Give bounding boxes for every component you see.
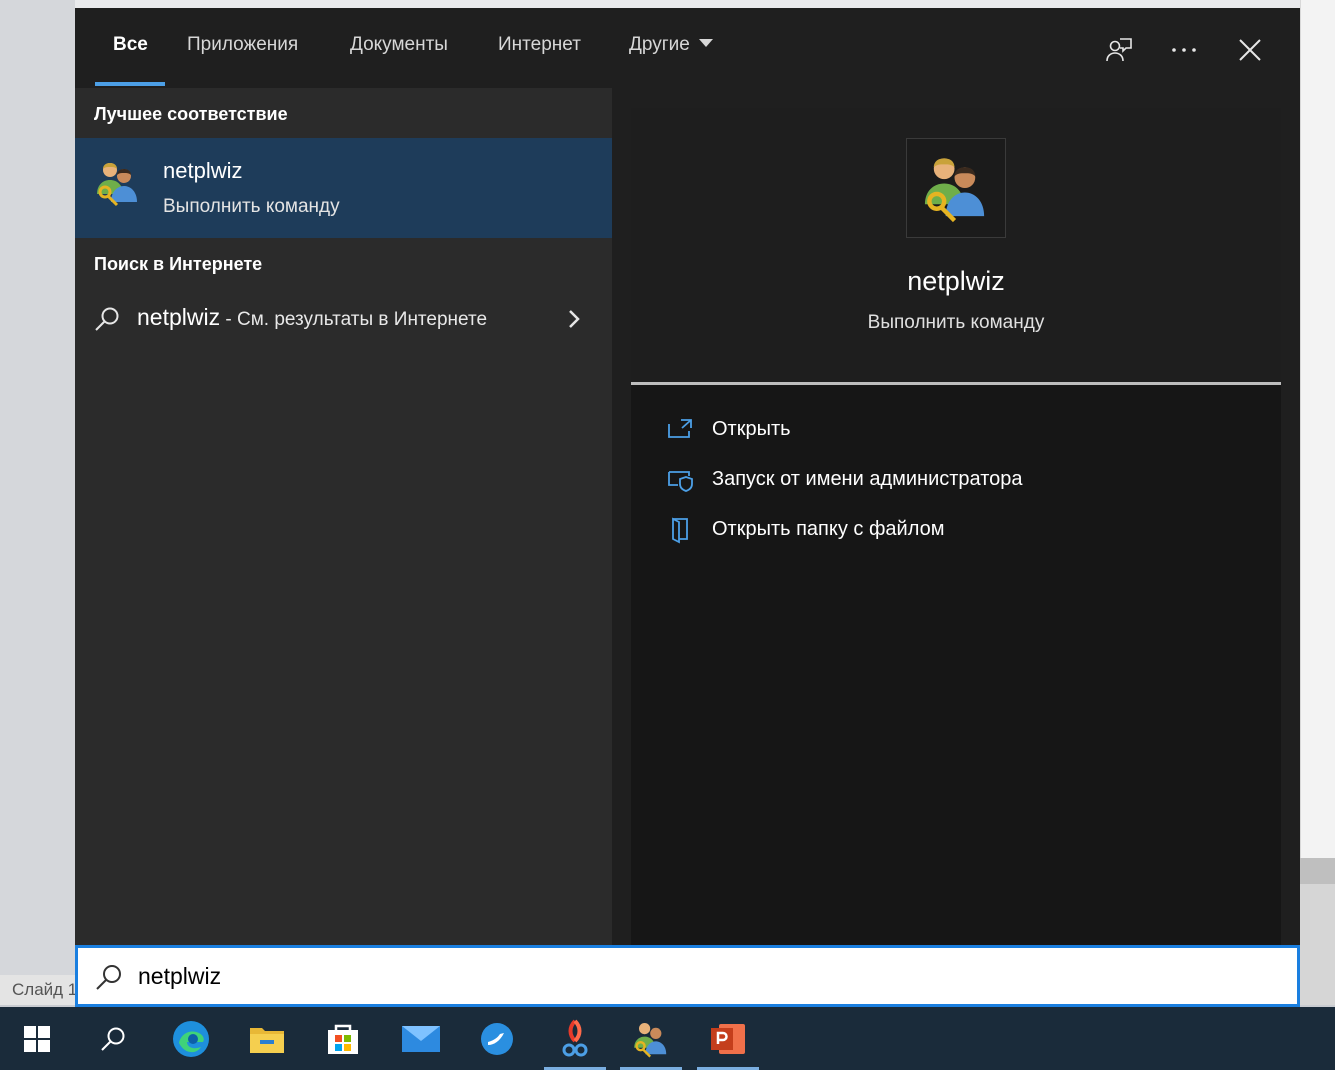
snipping-icon <box>562 1019 588 1056</box>
chevron-right-icon <box>569 310 580 328</box>
search-panel: Все Приложения Документы Интернет Другие <box>75 8 1300 1005</box>
background-window-left <box>0 0 75 1005</box>
tab-all[interactable]: Все <box>113 34 148 62</box>
feedback-icon <box>1106 38 1132 62</box>
action-open-file-location[interactable]: Открыть папку с файлом <box>667 514 1247 548</box>
taskbar-store[interactable] <box>312 1007 374 1070</box>
web-search-suffix: - См. результаты в Интернете <box>220 309 488 330</box>
web-search-heading: Поиск в Интернете <box>94 254 263 274</box>
preview-subtitle: Выполнить команду <box>867 312 1045 333</box>
admin-shield-icon <box>668 471 693 492</box>
preview-pane: netplwiz Выполнить команду Открыть Запус… <box>631 108 1281 945</box>
taskbar-search-button[interactable] <box>82 1007 144 1070</box>
web-search-query: netplwiz <box>137 304 221 330</box>
more-options-button[interactable] <box>1164 30 1204 70</box>
preview-title: netplwiz <box>907 266 1005 296</box>
web-search-result[interactable]: netplwiz - См. результаты в Интернете <box>75 296 612 342</box>
file-explorer-icon <box>250 1027 284 1053</box>
taskbar-edge[interactable] <box>160 1007 222 1070</box>
best-match-heading: Лучшее соответствие <box>94 104 288 124</box>
best-match-title: netplwiz <box>163 158 243 183</box>
powerpoint-icon <box>711 1023 745 1054</box>
active-tab-indicator <box>95 82 165 86</box>
background-status-text: Слайд 1 <box>0 975 75 1005</box>
close-button[interactable] <box>1230 30 1270 70</box>
tab-other-label: Другие <box>629 34 690 55</box>
mail-icon <box>402 1025 440 1052</box>
feedback-button[interactable] <box>1099 30 1139 70</box>
preview-header: netplwiz Выполнить команду <box>631 108 1281 382</box>
preview-app-icon <box>906 138 1006 238</box>
search-icon <box>95 307 119 331</box>
open-icon <box>668 419 692 438</box>
background-window-right <box>1300 0 1335 1005</box>
search-box[interactable] <box>75 945 1300 1007</box>
action-open[interactable]: Открыть <box>667 414 1247 448</box>
users-key-icon <box>97 163 137 207</box>
bird-app-icon <box>481 1022 513 1055</box>
tab-documents[interactable]: Документы <box>350 34 448 62</box>
tab-apps[interactable]: Приложения <box>187 34 298 62</box>
taskbar-file-explorer[interactable] <box>236 1007 298 1070</box>
background-scroll-area <box>1300 858 1335 1005</box>
action-run-as-admin[interactable]: Запуск от имени администратора <box>667 464 1247 498</box>
users-key-icon <box>924 158 985 223</box>
search-icon <box>96 965 121 990</box>
start-button[interactable] <box>6 1007 68 1070</box>
netplwiz-icon <box>634 1022 667 1057</box>
results-column: Лучшее соответствие netplwiz Выполнить к… <box>75 88 612 945</box>
taskbar-mail[interactable] <box>390 1007 452 1070</box>
action-open-file-location-label: Открыть папку с файлом <box>712 518 945 540</box>
action-open-label: Открыть <box>712 418 791 440</box>
store-icon <box>328 1024 358 1054</box>
search-tabs: Все Приложения Документы Интернет Другие <box>75 8 1300 88</box>
tab-internet[interactable]: Интернет <box>498 34 581 62</box>
windows-start-icon <box>24 1025 50 1052</box>
taskbar-app[interactable] <box>466 1007 528 1070</box>
web-search-text: netplwiz - См. результаты в Интернете <box>137 304 487 331</box>
action-run-as-admin-label: Запуск от имени администратора <box>712 468 1023 490</box>
edge-icon <box>173 1020 209 1057</box>
folder-location-icon <box>672 517 688 544</box>
taskbar-snipping-tool[interactable] <box>544 1007 606 1070</box>
preview-divider <box>631 382 1281 385</box>
best-match-result[interactable]: netplwiz Выполнить команду <box>75 138 612 238</box>
search-input[interactable] <box>138 958 1238 994</box>
background-window-top <box>75 0 1335 8</box>
close-icon <box>1239 39 1261 61</box>
more-icon <box>1172 48 1196 52</box>
taskbar-netplwiz[interactable] <box>620 1007 682 1070</box>
taskbar <box>0 1007 1335 1070</box>
tab-other[interactable]: Другие <box>629 34 713 62</box>
search-icon <box>101 1027 125 1051</box>
chevron-down-icon <box>698 39 713 47</box>
taskbar-powerpoint[interactable] <box>697 1007 759 1070</box>
best-match-subtitle: Выполнить команду <box>163 196 340 217</box>
